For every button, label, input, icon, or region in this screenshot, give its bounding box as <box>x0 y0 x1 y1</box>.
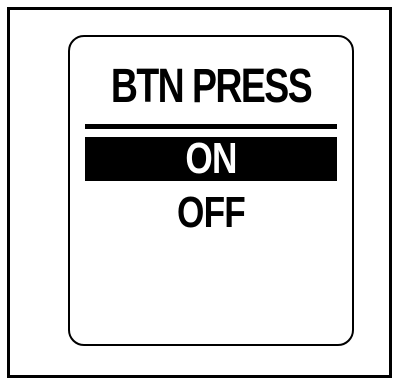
gauge-screen: BTN PRESS ON OFF <box>68 35 354 346</box>
option-off[interactable]: OFF <box>85 191 337 235</box>
title-divider <box>85 124 337 129</box>
option-on-label: ON <box>185 134 237 183</box>
display-frame: BTN PRESS ON OFF <box>7 7 392 378</box>
option-on[interactable]: ON <box>85 137 337 181</box>
option-off-label: OFF <box>177 188 246 237</box>
screen-title: BTN PRESS <box>110 60 313 113</box>
